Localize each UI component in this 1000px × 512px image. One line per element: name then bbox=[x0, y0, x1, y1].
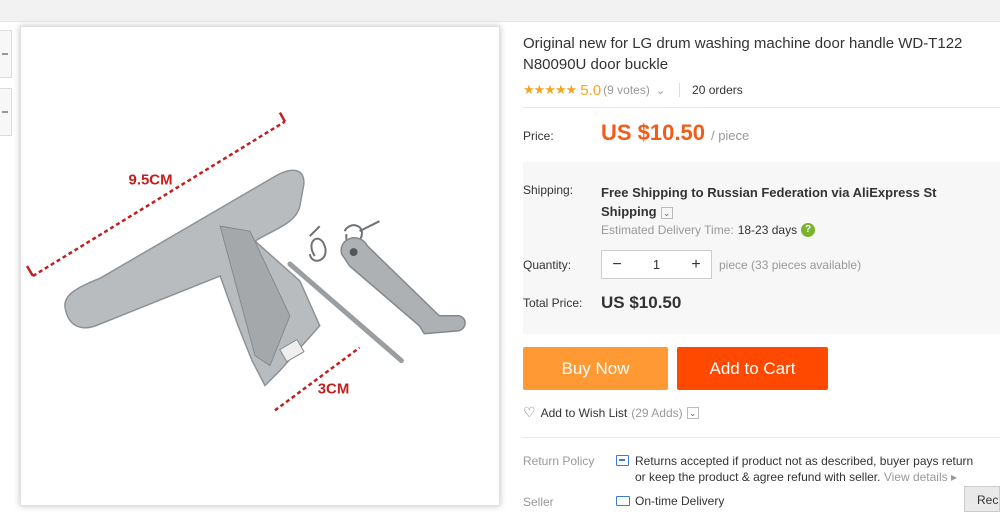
thumbnail-marker-icon bbox=[2, 111, 8, 113]
quantity-increase-button[interactable]: + bbox=[681, 251, 711, 278]
divider bbox=[523, 107, 1000, 108]
orders-count: 20 orders bbox=[692, 83, 743, 97]
divider bbox=[679, 83, 681, 97]
return-policy-label: Return Policy bbox=[523, 454, 595, 468]
product-title-line2: N80090U door buckle bbox=[523, 56, 669, 73]
total-price-label: Total Price: bbox=[523, 296, 583, 310]
quantity-available: piece (33 pieces available) bbox=[719, 258, 862, 272]
shipping-method[interactable]: Free Shipping to Russian Federation via … bbox=[601, 183, 1000, 221]
seller-guarantee: On-time Delivery bbox=[635, 494, 725, 508]
dimension-depth-label: 3CM bbox=[318, 380, 350, 397]
chevron-down-icon[interactable]: ⌄ bbox=[686, 406, 699, 419]
shipping-prefix: Free Shipping to bbox=[601, 185, 704, 200]
help-icon[interactable]: ? bbox=[801, 223, 816, 237]
return-policy-text: Returns accepted if product not as descr… bbox=[635, 453, 973, 485]
recommend-tab[interactable]: Rec bbox=[964, 486, 1000, 512]
thumbnail-marker-icon bbox=[2, 53, 8, 55]
price-value: US $10.50 bbox=[601, 120, 705, 145]
total-price-value: US $10.50 bbox=[601, 293, 682, 312]
thumbnail-strip bbox=[0, 30, 12, 146]
wishlist-label: Add to Wish List bbox=[540, 405, 628, 420]
delivery-estimate: Estimated Delivery Time: 18-23 days ? bbox=[601, 223, 816, 237]
price-unit: / piece bbox=[710, 128, 750, 143]
heart-icon: ♡ bbox=[523, 404, 536, 420]
add-to-wishlist[interactable]: ♡ Add to Wish List (29 Adds) ⌄ bbox=[523, 404, 699, 421]
price-row: Price: US $10.50 / piece bbox=[523, 120, 749, 146]
return-policy-line1: Returns accepted if product not as descr… bbox=[635, 454, 974, 468]
delivery-estimate-days: 18-23 days bbox=[737, 223, 798, 237]
product-title-line1: Original new for LG drum washing machine… bbox=[523, 35, 963, 52]
product-title: Original new for LG drum washing machine… bbox=[523, 33, 1000, 75]
delivery-estimate-label: Estimated Delivery Time: bbox=[601, 223, 734, 237]
shipping-line2: Shipping bbox=[601, 204, 657, 219]
return-policy-icon bbox=[616, 455, 629, 466]
product-info-panel: Original new for LG drum washing machine… bbox=[523, 0, 1000, 512]
delivery-truck-icon bbox=[616, 496, 630, 506]
wishlist-count: (29 Adds) bbox=[631, 405, 683, 420]
chevron-down-icon[interactable]: ⌄ bbox=[660, 206, 673, 219]
view-details-link[interactable]: View details ▸ bbox=[884, 470, 957, 484]
quantity-label: Quantity: bbox=[523, 258, 572, 272]
add-to-cart-button[interactable]: Add to Cart bbox=[677, 347, 828, 390]
quantity-stepper: − 1 + bbox=[601, 250, 712, 279]
rating-row: ★★★★★ 5.0 (9 votes) ⌄ 20 orders bbox=[523, 80, 743, 100]
shipping-destination: Russian Federation via AliExpress St bbox=[707, 185, 937, 200]
quantity-input[interactable]: 1 bbox=[632, 257, 681, 272]
product-image[interactable]: 9.5CM 3CM bbox=[20, 26, 500, 506]
votes-count[interactable]: (9 votes) bbox=[603, 83, 650, 97]
shipping-label: Shipping: bbox=[523, 183, 574, 197]
price-label: Price: bbox=[523, 129, 554, 143]
product-image-drawing: 9.5CM 3CM bbox=[25, 112, 466, 412]
buy-now-button[interactable]: Buy Now bbox=[523, 347, 668, 390]
dimension-width-label: 9.5CM bbox=[129, 171, 173, 188]
divider bbox=[523, 437, 1000, 438]
chevron-down-icon[interactable]: ⌄ bbox=[656, 84, 665, 97]
rating-score: 5.0 bbox=[580, 81, 602, 99]
thumbnail-2[interactable] bbox=[0, 88, 12, 136]
thumbnail-1[interactable] bbox=[0, 30, 12, 78]
quantity-decrease-button[interactable]: − bbox=[602, 251, 632, 278]
return-policy-line2: or keep the product & agree refund with … bbox=[635, 470, 881, 484]
star-rating-icon: ★★★★★ bbox=[523, 82, 577, 97]
seller-label: Seller bbox=[523, 495, 554, 509]
